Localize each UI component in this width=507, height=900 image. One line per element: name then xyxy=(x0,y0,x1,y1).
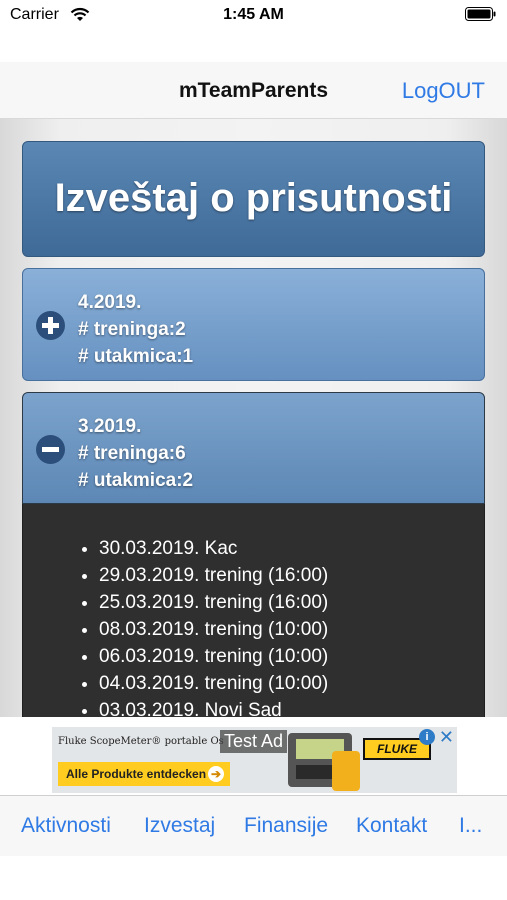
month-accordion-april-2019[interactable]: 4.2019. # treninga:2 # utakmica:1 xyxy=(22,268,485,381)
match-count: # utakmica:1 xyxy=(78,346,194,367)
ad-area: Fluke ScopeMeter® portable Os Alle Produ… xyxy=(0,717,507,795)
tab-more[interactable]: I... xyxy=(459,814,482,838)
event-item: 03.03.2019. Novi Sad xyxy=(99,697,328,717)
ad-brand-line: Fluke ScopeMeter® portable Os xyxy=(58,736,224,747)
arrow-right-icon: ➔ xyxy=(208,766,224,782)
clock-label: 1:45 AM xyxy=(223,6,284,23)
info-icon[interactable]: i xyxy=(419,729,435,745)
event-item: 25.03.2019. trening (16:00) xyxy=(99,589,328,616)
status-bar: Carrier 1:45 AM xyxy=(0,0,507,30)
probe-image xyxy=(332,751,360,791)
month-summary: 3.2019. # treninga:6 # utakmica:2 xyxy=(78,413,193,494)
battery-icon xyxy=(465,7,496,21)
tab-finansije[interactable]: Finansije xyxy=(244,814,328,838)
close-icon[interactable]: ✕ xyxy=(439,727,454,747)
tab-bar: Aktivnosti Izvestaj Finansije Kontakt I.… xyxy=(0,795,507,856)
navigation-bar: mTeamParents LogOUT xyxy=(0,62,507,119)
tab-izvestaj[interactable]: Izvestaj xyxy=(144,814,215,838)
ad-cta-label: Alle Produkte entdecken xyxy=(66,767,207,781)
event-item: 30.03.2019. Kac xyxy=(99,535,328,562)
month-events-panel: 30.03.2019. Kac 29.03.2019. trening (16:… xyxy=(22,504,485,717)
report-header: Izveštaj o prisutnosti xyxy=(22,141,485,257)
attendance-report-content[interactable]: Izveštaj o prisutnosti 4.2019. # trening… xyxy=(0,119,507,717)
ad-cta-button[interactable]: Alle Produkte entdecken ➔ xyxy=(58,762,230,786)
month-period: 4.2019. xyxy=(78,292,142,313)
tab-kontakt[interactable]: Kontakt xyxy=(356,814,427,838)
training-count: # treninga:2 xyxy=(78,319,186,340)
training-count: # treninga:6 xyxy=(78,443,186,464)
event-item: 04.03.2019. trening (10:00) xyxy=(99,670,328,697)
event-list: 30.03.2019. Kac 29.03.2019. trening (16:… xyxy=(23,535,328,717)
event-item: 08.03.2019. trening (10:00) xyxy=(99,616,328,643)
minus-icon[interactable] xyxy=(36,435,65,464)
month-accordion-march-2019[interactable]: 3.2019. # treninga:6 # utakmica:2 xyxy=(22,392,485,504)
ad-banner[interactable]: Fluke ScopeMeter® portable Os Alle Produ… xyxy=(52,727,457,793)
tab-aktivnosti[interactable]: Aktivnosti xyxy=(21,814,111,838)
test-ad-label: Test Ad xyxy=(220,730,288,753)
report-title: Izveštaj o prisutnosti xyxy=(54,176,453,220)
match-count: # utakmica:2 xyxy=(78,470,194,491)
event-item: 29.03.2019. trening (16:00) xyxy=(99,562,328,589)
logout-button[interactable]: LogOUT xyxy=(402,78,485,104)
event-item: 06.03.2019. trening (10:00) xyxy=(99,643,328,670)
month-period: 3.2019. xyxy=(78,416,142,437)
month-summary: 4.2019. # treninga:2 # utakmica:1 xyxy=(78,289,193,370)
plus-icon[interactable] xyxy=(36,311,65,340)
